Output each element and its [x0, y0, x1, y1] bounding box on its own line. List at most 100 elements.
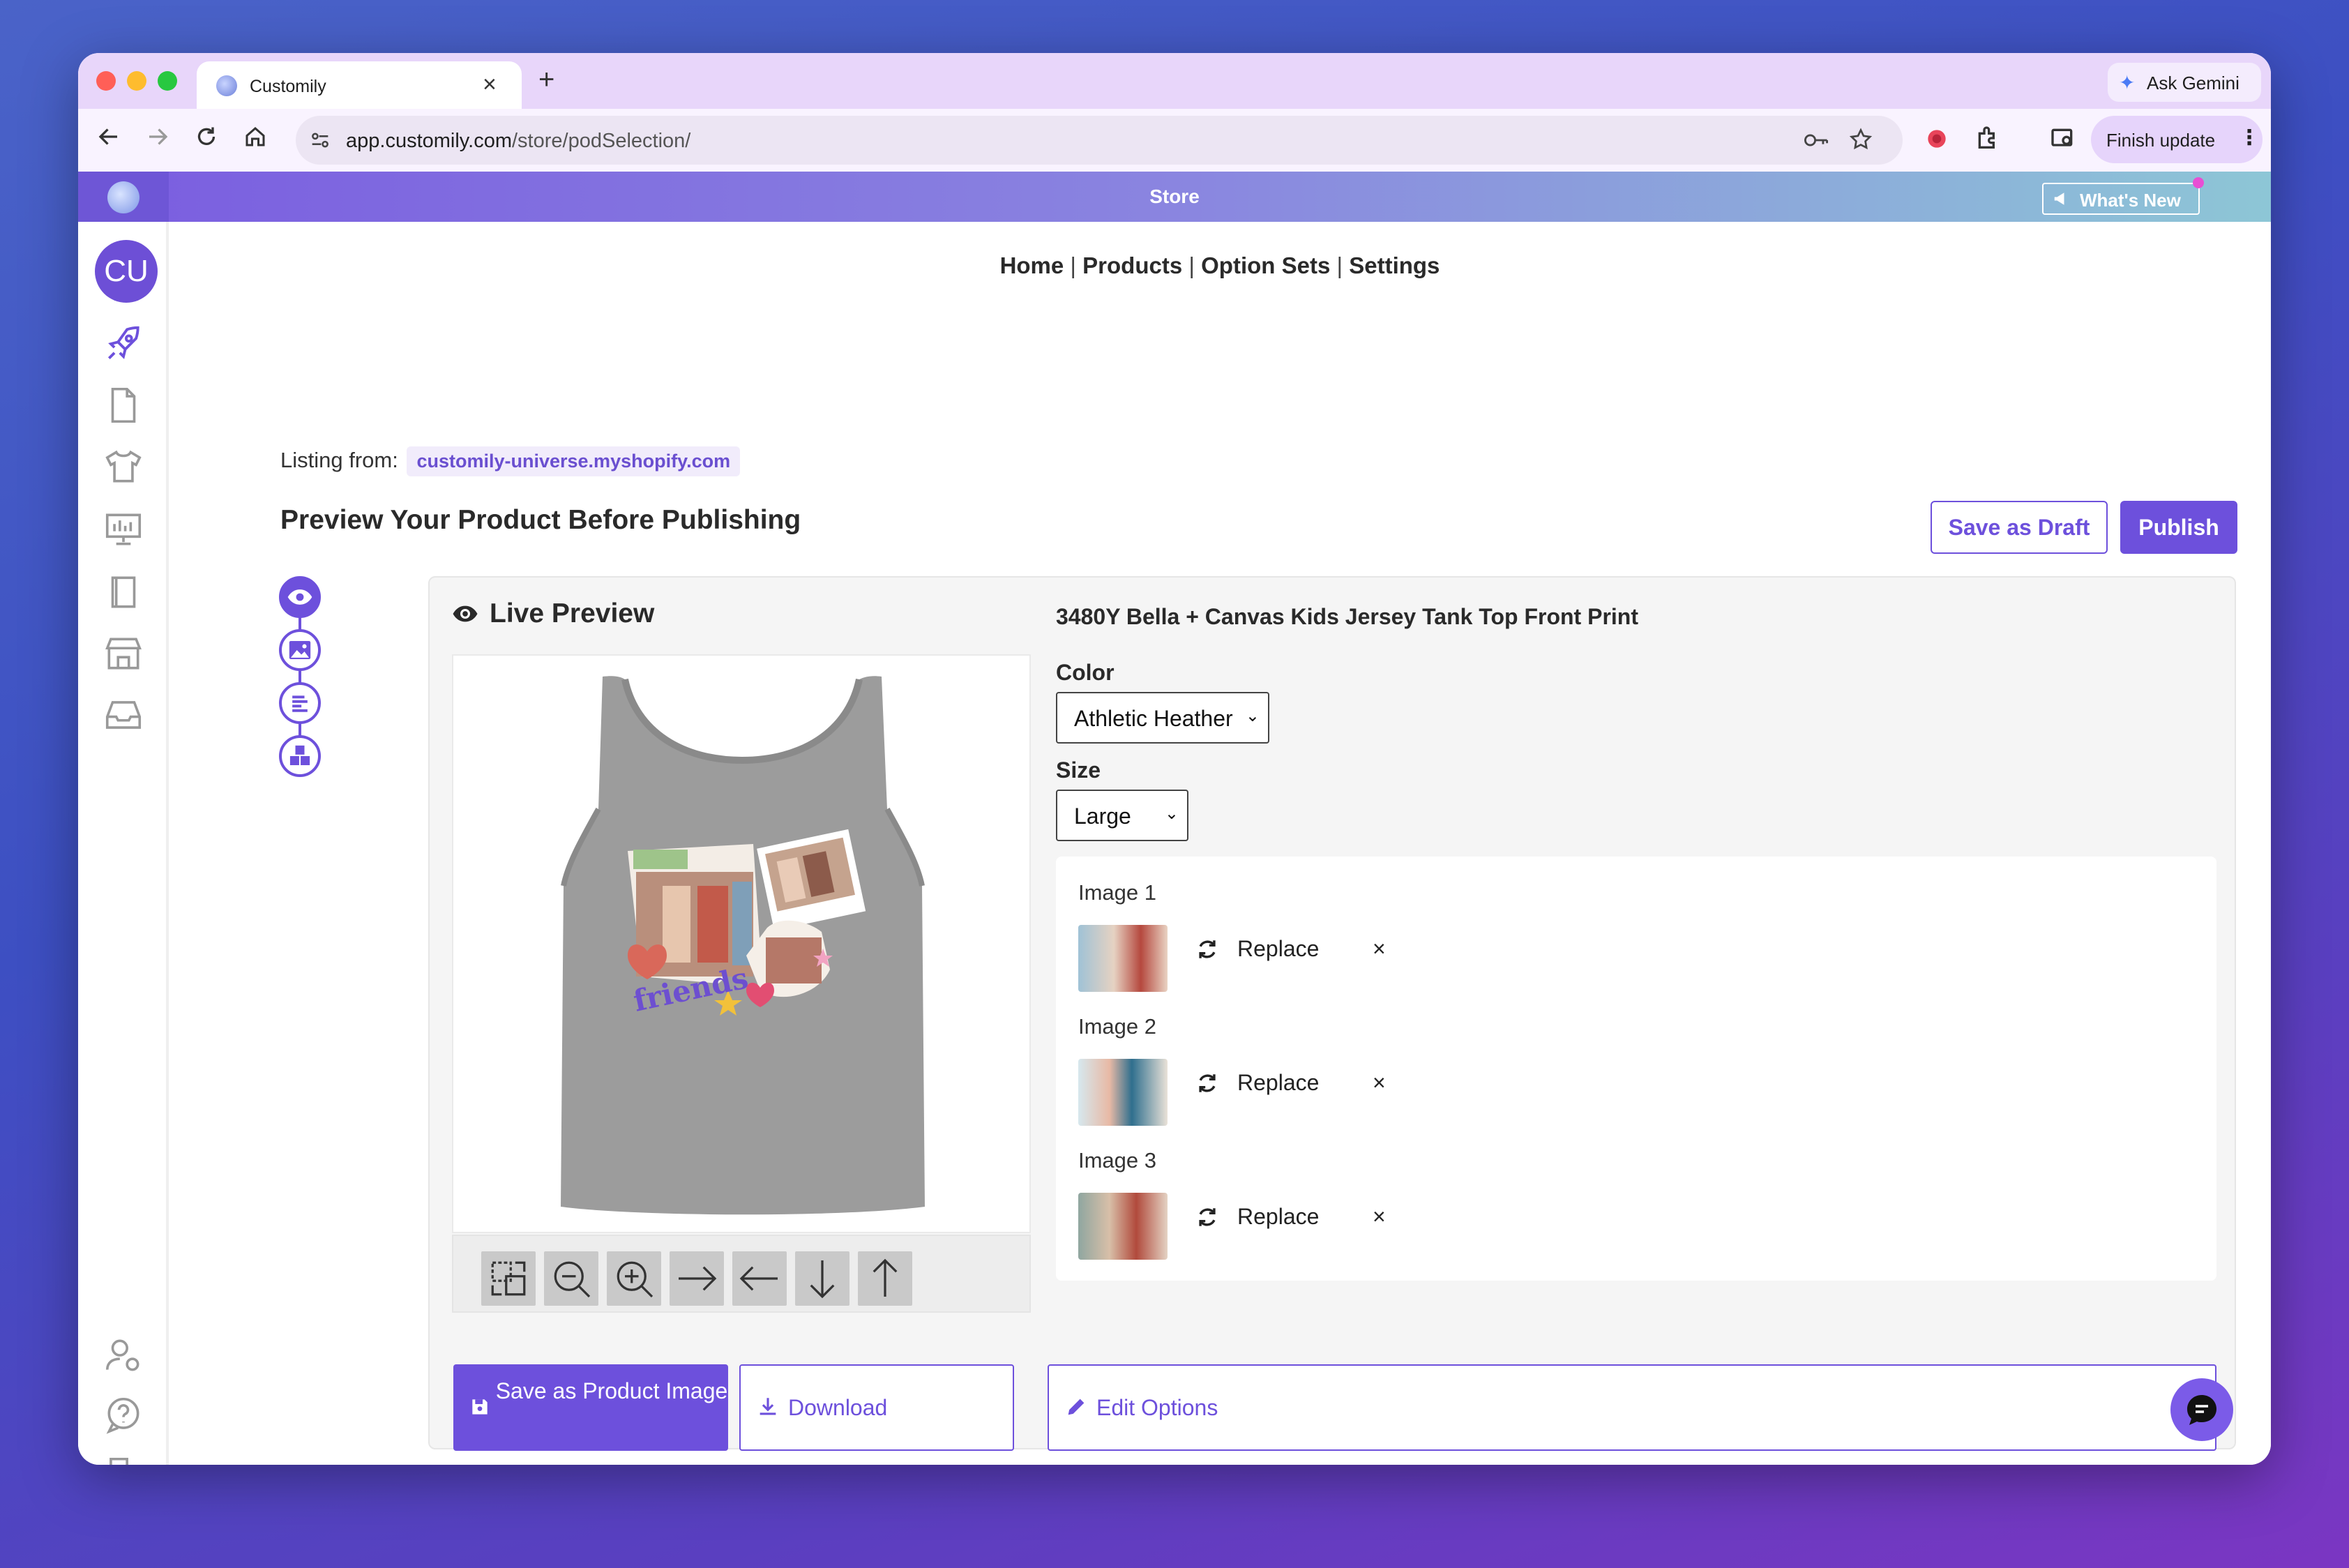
nav-option-sets[interactable]: Option Sets: [1201, 252, 1330, 278]
listing-from: Listing from: customily-universe.myshopi…: [280, 446, 741, 476]
arrow-left-icon[interactable]: [732, 1251, 787, 1306]
tab-search-icon[interactable]: [2049, 124, 2077, 156]
remove-image-button[interactable]: ×: [1373, 1070, 1386, 1096]
sidebar: CU: [78, 222, 169, 1465]
store-domain-chip: customily-universe.myshopify.com: [407, 446, 741, 476]
address-bar[interactable]: app.customily.com/store/podSelection/: [296, 116, 1903, 165]
user-settings-icon[interactable]: [102, 1334, 145, 1377]
size-label: Size: [1056, 757, 1101, 783]
url-path: /store/podSelection/: [512, 130, 691, 152]
rocket-icon[interactable]: [102, 322, 145, 365]
book-icon[interactable]: [102, 571, 145, 614]
chat-widget-button[interactable]: [2170, 1378, 2233, 1441]
eye-icon: [451, 601, 480, 630]
refresh-icon[interactable]: [1195, 1071, 1219, 1101]
extension-red-icon[interactable]: [1924, 126, 1950, 156]
tab-close-button[interactable]: ×: [483, 71, 497, 98]
app-header: Store What's New: [78, 172, 2271, 222]
browser-window: Customily × + ✦ Ask Gemini app.customily…: [78, 53, 2271, 1465]
replace-image-button[interactable]: Replace: [1237, 1070, 1319, 1096]
download-button[interactable]: Download: [739, 1364, 1014, 1451]
arrow-down-icon[interactable]: [795, 1251, 849, 1306]
tank-top-mockup: friends: [561, 676, 925, 1215]
size-select-value: Large: [1074, 804, 1131, 829]
cubes-step-icon: [289, 745, 310, 765]
customily-favicon-icon: [216, 75, 237, 96]
preview-toolbar: [452, 1235, 1031, 1313]
arrow-right-icon[interactable]: [670, 1251, 724, 1306]
step-images[interactable]: [279, 629, 321, 671]
color-select-value: Athletic Heather: [1074, 706, 1233, 731]
image-label: Image 1: [1078, 880, 1157, 905]
customily-logo-icon[interactable]: [107, 181, 139, 213]
forward-arrow-icon: [149, 128, 168, 145]
floppy-disk-icon: [469, 1394, 491, 1427]
logout-icon[interactable]: [102, 1454, 145, 1465]
zoom-in-icon[interactable]: [607, 1251, 661, 1306]
size-select[interactable]: Large ⌄: [1056, 790, 1188, 841]
refresh-icon[interactable]: [1195, 1205, 1219, 1235]
remove-image-button[interactable]: ×: [1373, 936, 1386, 962]
listing-label: Listing from:: [280, 448, 398, 472]
nav-products[interactable]: Products: [1082, 252, 1182, 278]
password-key-icon[interactable]: [1802, 128, 1830, 156]
chevron-down-icon: ⌄: [1245, 707, 1260, 725]
app-header-title: Store: [1149, 186, 1200, 207]
download-icon: [756, 1395, 780, 1424]
reload-button[interactable]: [194, 124, 219, 156]
extensions-puzzle-icon[interactable]: [1974, 124, 2002, 156]
refresh-icon[interactable]: [1195, 937, 1219, 967]
download-label: Download: [788, 1395, 888, 1420]
tab-strip: Customily × + ✦ Ask Gemini: [78, 53, 2271, 109]
document-icon[interactable]: [102, 384, 145, 427]
nav-separator: |: [1070, 252, 1076, 278]
publish-button[interactable]: Publish: [2120, 501, 2237, 554]
save-as-draft-button[interactable]: Save as Draft: [1931, 501, 2108, 554]
top-navigation: Home | Products | Option Sets | Settings: [169, 252, 2271, 279]
arrow-up-icon[interactable]: [858, 1251, 912, 1306]
close-window-button[interactable]: [96, 71, 116, 91]
more-menu-icon[interactable]: ⋮: [2239, 126, 2260, 150]
whats-new-button[interactable]: What's New: [2042, 183, 2200, 215]
product-preview-canvas[interactable]: friends: [452, 654, 1031, 1233]
user-avatar[interactable]: CU: [95, 240, 158, 303]
minimize-window-button[interactable]: [127, 71, 146, 91]
bookmark-star-icon[interactable]: [1848, 127, 1873, 156]
text-lines-step-icon: [292, 695, 308, 712]
replace-image-button[interactable]: Replace: [1237, 936, 1319, 962]
help-icon[interactable]: [102, 1394, 145, 1437]
image-label: Image 3: [1078, 1148, 1157, 1173]
pencil-icon: [1064, 1395, 1088, 1424]
finish-update-button[interactable]: Finish update ⋮: [2091, 116, 2263, 163]
back-button[interactable]: [96, 124, 121, 156]
edit-options-button[interactable]: Edit Options: [1048, 1364, 2216, 1451]
nav-settings[interactable]: Settings: [1349, 252, 1440, 278]
sidebar-logo-area: [78, 172, 169, 222]
ask-gemini-button[interactable]: ✦ Ask Gemini: [2108, 63, 2261, 102]
store-icon[interactable]: [102, 632, 145, 675]
inbox-icon[interactable]: [102, 693, 145, 737]
live-preview-title: Live Preview: [490, 598, 655, 628]
forward-button[interactable]: [145, 124, 170, 156]
site-settings-icon[interactable]: [308, 128, 332, 156]
save-as-product-image-label: Save as Product Image: [495, 1378, 728, 1403]
step-options[interactable]: [279, 735, 321, 777]
new-tab-button[interactable]: +: [538, 64, 554, 96]
save-as-product-image-button[interactable]: Save as Product Image: [453, 1364, 728, 1451]
zoom-out-icon[interactable]: [544, 1251, 598, 1306]
nav-home[interactable]: Home: [1000, 252, 1064, 278]
remove-image-button[interactable]: ×: [1373, 1204, 1386, 1230]
step-preview[interactable]: [279, 576, 321, 618]
ask-gemini-label: Ask Gemini: [2147, 73, 2240, 93]
replace-image-button[interactable]: Replace: [1237, 1204, 1319, 1230]
home-button[interactable]: [243, 124, 268, 156]
page-title: Preview Your Product Before Publishing: [280, 505, 801, 535]
step-details[interactable]: [279, 682, 321, 724]
megaphone-icon: [2052, 188, 2073, 214]
dashboard-icon[interactable]: [102, 508, 145, 551]
maximize-window-button[interactable]: [158, 71, 177, 91]
tshirt-icon[interactable]: [102, 445, 145, 488]
browser-tab[interactable]: Customily ×: [197, 61, 522, 109]
fit-icon[interactable]: [481, 1251, 536, 1306]
color-select[interactable]: Athletic Heather ⌄: [1056, 692, 1269, 744]
